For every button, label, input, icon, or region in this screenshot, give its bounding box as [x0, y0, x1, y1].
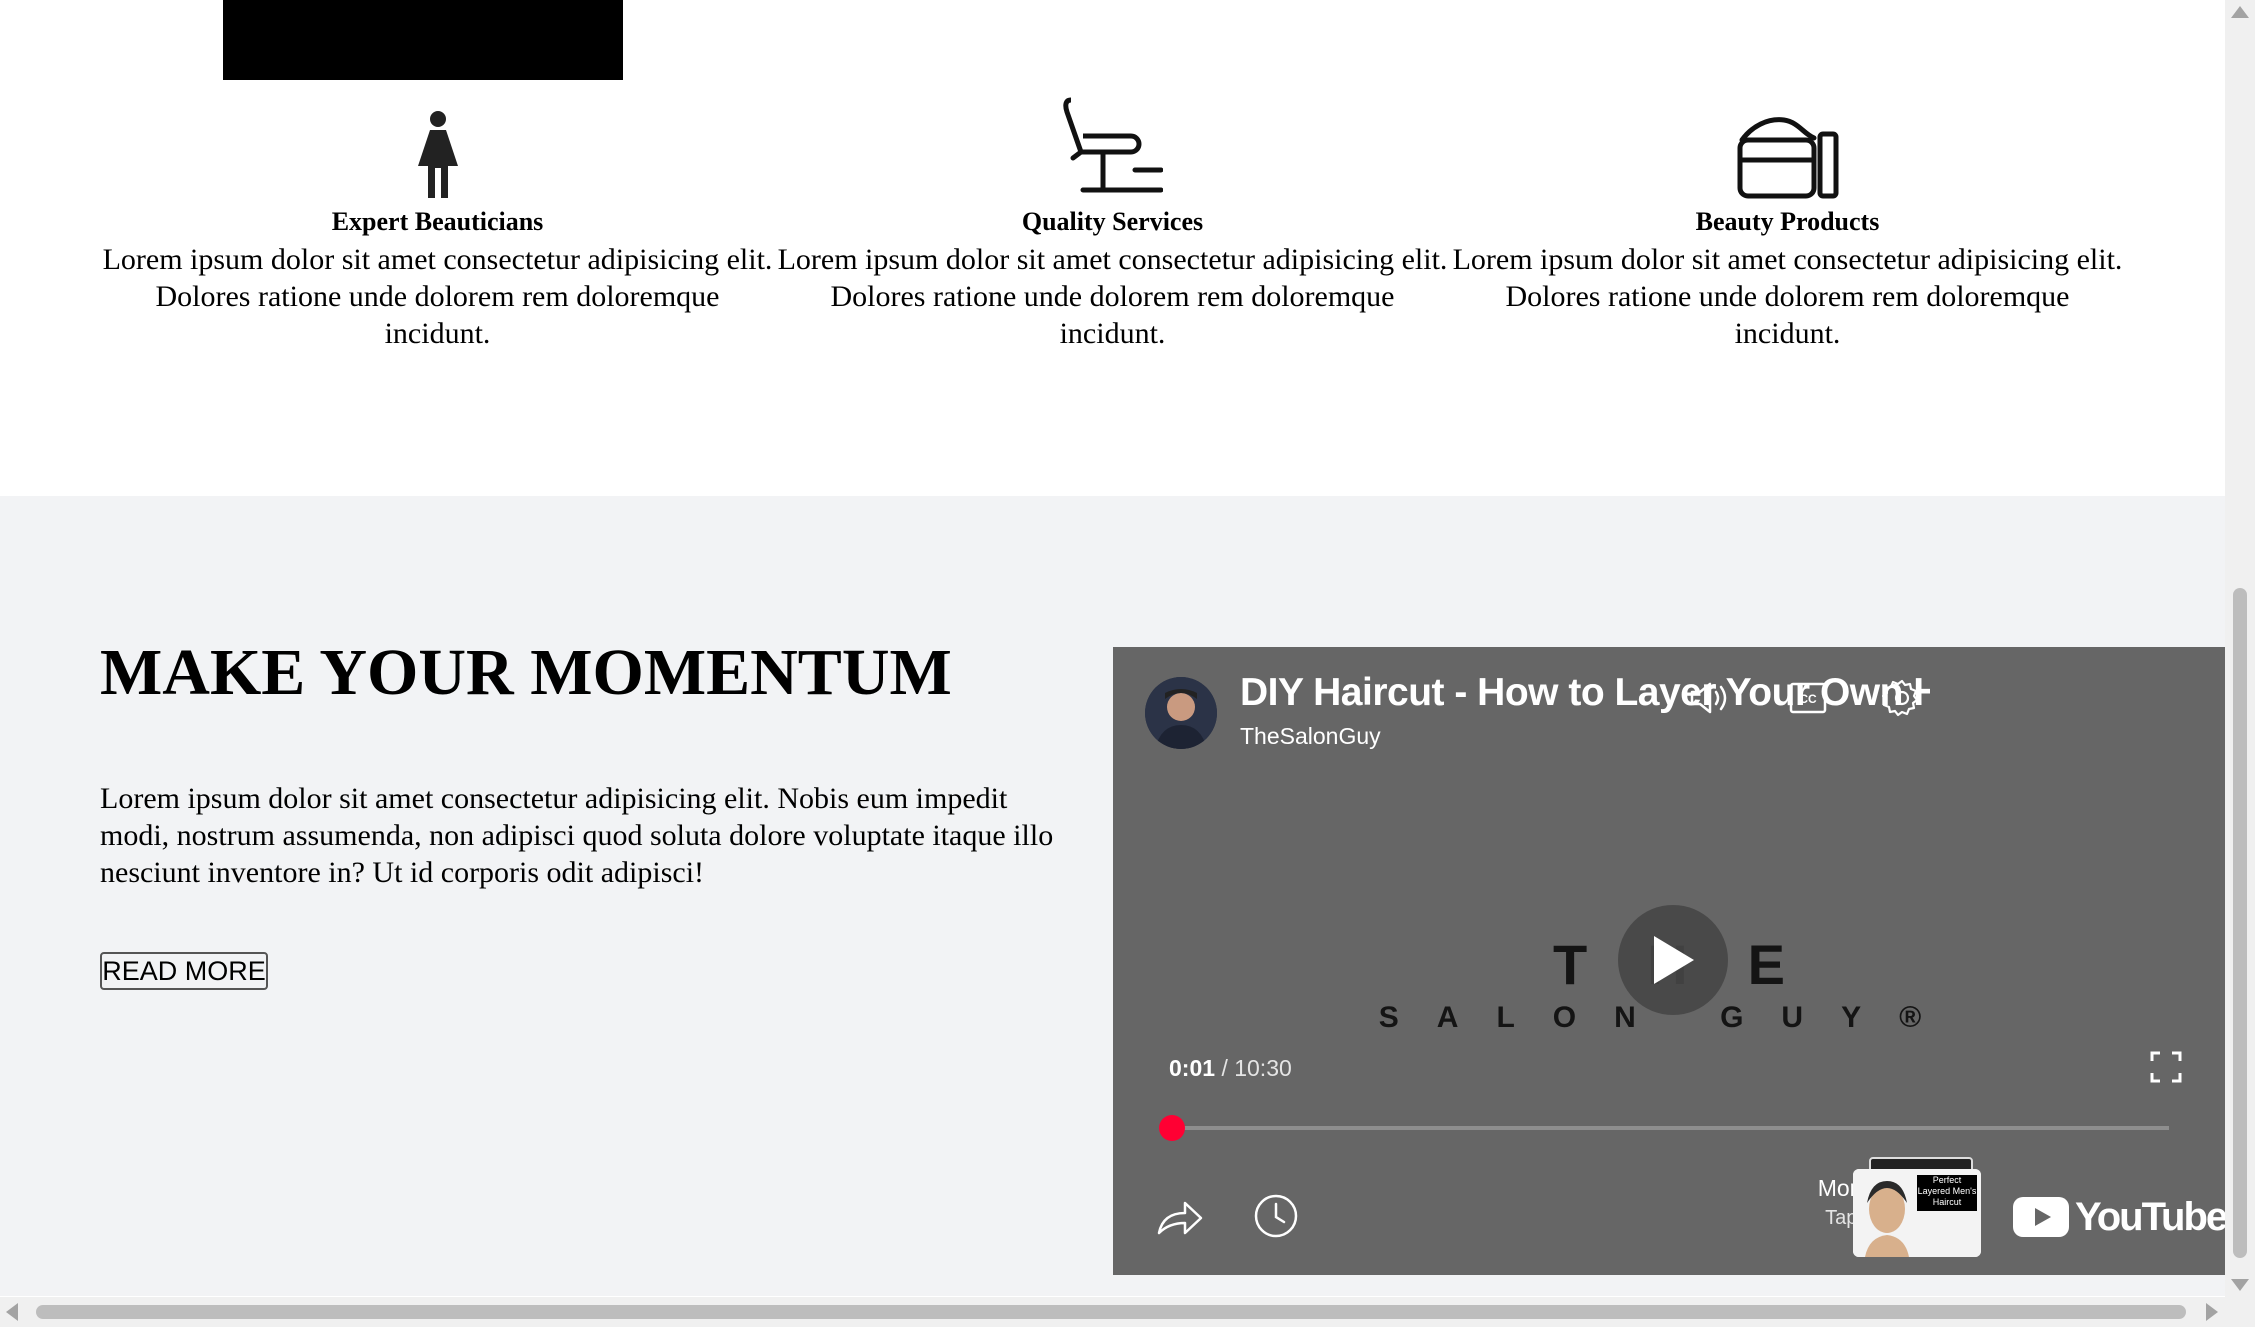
feature-title: Beauty Products [1695, 207, 1880, 236]
captions-icon[interactable]: CC [1779, 669, 1837, 727]
channel-avatar[interactable] [1145, 677, 1217, 749]
feature-beauty-products: Beauty Products Lorem ipsum dolor sit am… [1450, 90, 2125, 350]
volume-icon[interactable] [1681, 669, 1739, 727]
salon-chair-icon [1062, 97, 1163, 193]
feature-quality-services: Quality Services Lorem ipsum dolor sit a… [775, 90, 1450, 350]
read-more-button[interactable]: READ MORE [100, 952, 268, 990]
youtube-play-icon [2013, 1197, 2069, 1237]
youtube-embed[interactable]: DIY Haircut - How to Layer Your Own Hair… [1113, 647, 2225, 1275]
top-banner-image [223, 0, 623, 80]
scroll-down-arrow-icon[interactable] [2231, 1279, 2249, 1291]
more-videos-thumbnail[interactable]: Perfect Layered Men's Haircut [1853, 1169, 1981, 1257]
youtube-logo[interactable]: YouTube [2013, 1194, 2225, 1240]
feature-text: Lorem ipsum dolor sit amet consectetur a… [777, 243, 1448, 351]
feature-title: Expert Beauticians [331, 207, 544, 236]
settings-gear-icon[interactable] [1873, 669, 1931, 727]
feature-text: Lorem ipsum dolor sit amet consectetur a… [1452, 243, 2123, 351]
current-time: 0:01 [1169, 1055, 1216, 1081]
scrubber-handle[interactable] [1159, 1115, 1185, 1141]
youtube-wordmark: YouTube [2075, 1194, 2225, 1239]
progress-bar[interactable] [1159, 1115, 2169, 1141]
duration: 10:30 [1234, 1055, 1292, 1081]
feature-expert-beauticians: Expert Beauticians Lorem ipsum dolor sit… [100, 90, 775, 350]
scroll-up-arrow-icon[interactable] [2231, 6, 2249, 18]
momentum-heading: MAKE YOUR MOMENTUM [100, 636, 952, 709]
woman-icon [417, 111, 458, 198]
vertical-scroll-thumb[interactable] [2233, 588, 2247, 1258]
horizontal-scrollbar[interactable] [0, 1297, 2255, 1327]
feature-title: Quality Services [1021, 207, 1204, 236]
channel-name[interactable]: TheSalonGuy [1240, 723, 1381, 750]
play-button[interactable] [1618, 905, 1728, 1015]
vertical-scrollbar[interactable] [2225, 0, 2255, 1297]
scroll-left-arrow-icon[interactable] [6, 1303, 18, 1321]
feature-text: Lorem ipsum dolor sit amet consectetur a… [102, 243, 773, 351]
time-display: 0:01 / 10:30 [1169, 1055, 1292, 1082]
svg-text:CC: CC [1799, 692, 1817, 706]
horizontal-scroll-thumb[interactable] [36, 1305, 2186, 1319]
share-icon[interactable] [1153, 1189, 1207, 1243]
features-row: Expert Beauticians Lorem ipsum dolor sit… [100, 90, 2125, 350]
scroll-right-arrow-icon[interactable] [2206, 1303, 2218, 1321]
fullscreen-icon[interactable] [2148, 1049, 2184, 1085]
cream-jar-icon [1737, 117, 1838, 199]
thumbnail-caption: Perfect Layered Men's Haircut [1917, 1175, 1977, 1211]
play-icon [1654, 936, 1694, 984]
watch-later-clock-icon[interactable] [1249, 1189, 1303, 1243]
momentum-body: Lorem ipsum dolor sit amet consectetur a… [100, 782, 1054, 889]
time-separator: / [1221, 1055, 1228, 1081]
